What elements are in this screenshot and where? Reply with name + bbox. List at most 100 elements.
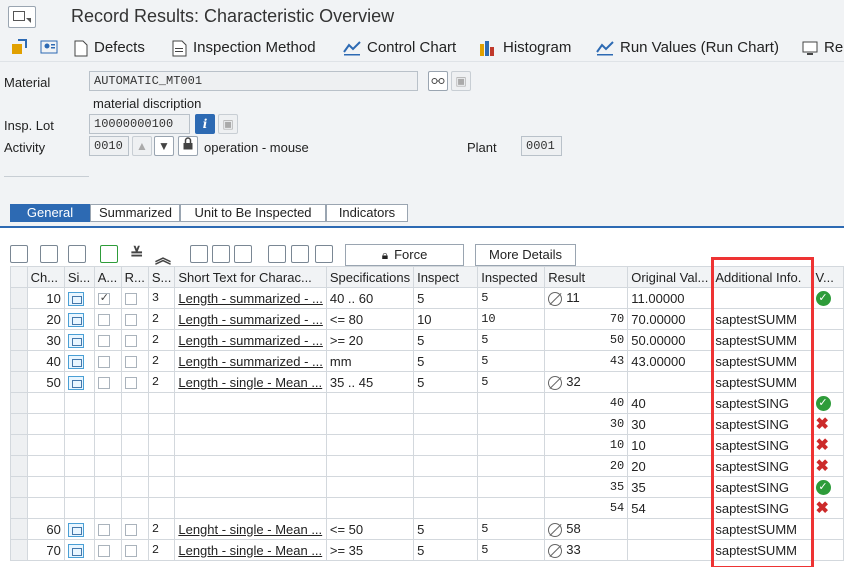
table-row[interactable]: 10 10 saptestSING ✖ — [10, 434, 844, 456]
r-checkbox-cell[interactable] — [120, 455, 149, 477]
sample-icon[interactable] — [67, 375, 84, 390]
a-checkbox-cell[interactable] — [93, 455, 122, 477]
previous-up-icon[interactable]: ▲ — [132, 136, 152, 156]
inspected-cell[interactable] — [477, 476, 546, 498]
sample-cell[interactable] — [63, 455, 95, 477]
sample-cell[interactable] — [63, 371, 95, 393]
additional-info-cell[interactable]: saptestSUMM — [711, 371, 813, 393]
next-down-icon[interactable]: ▼ — [154, 136, 174, 156]
additional-info-cell[interactable]: saptestSING — [711, 413, 813, 435]
histogram-button[interactable]: Histogram — [479, 38, 571, 58]
checkbox[interactable] — [124, 335, 137, 348]
column-header-result[interactable]: Result — [544, 266, 629, 288]
row-selector[interactable] — [10, 497, 28, 519]
column-header-ch[interactable]: Ch... — [26, 266, 65, 288]
result-cell[interactable]: 30 — [544, 413, 629, 435]
short-text-cell[interactable]: Length - single - Mean ... — [174, 539, 327, 561]
sample-cell[interactable] — [63, 497, 95, 519]
row-selector[interactable] — [10, 476, 28, 498]
additional-info-cell[interactable]: saptestSING — [711, 392, 813, 414]
sample-icon[interactable] — [67, 291, 84, 306]
column-header-short-text[interactable]: Short Text for Charac... — [174, 266, 327, 288]
row-selector[interactable] — [10, 371, 28, 393]
additional-info-cell[interactable]: saptestSING — [711, 476, 813, 498]
a-checkbox-cell[interactable] — [93, 539, 122, 561]
result-cell[interactable]: 11 — [544, 287, 629, 309]
a-checkbox-cell[interactable] — [93, 497, 122, 519]
inspected-cell[interactable]: 5 — [477, 287, 546, 309]
r-checkbox-cell[interactable] — [120, 350, 149, 372]
lock-open-icon[interactable] — [190, 245, 208, 263]
result-cell[interactable]: 10 — [544, 434, 629, 456]
additional-info-cell[interactable]: saptestSUMM — [711, 518, 813, 540]
user-settings-icon[interactable] — [40, 38, 58, 58]
table-row[interactable]: 20 2 Length - summarized - ... <= 80 10 10 70 7… — [10, 308, 844, 330]
short-text-cell[interactable]: Length - summarized - ... — [174, 308, 327, 330]
additional-info-cell[interactable]: saptestSING — [711, 455, 813, 477]
additional-info-cell[interactable]: saptestSUMM — [711, 308, 813, 330]
sample-icon[interactable] — [67, 522, 84, 537]
a-checkbox-cell[interactable] — [93, 518, 122, 540]
defects-button[interactable]: Defects — [74, 38, 145, 58]
result-cell[interactable]: 40 — [544, 392, 629, 414]
a-checkbox-cell[interactable] — [93, 329, 122, 351]
result-cell[interactable]: 54 — [544, 497, 629, 519]
r-checkbox-cell[interactable] — [120, 371, 149, 393]
sample-cell[interactable] — [63, 413, 95, 435]
table-row[interactable]: 60 2 Lenght - single - Mean ... <= 50 5 5 58 sa… — [10, 518, 844, 540]
a-checkbox-cell[interactable] — [93, 350, 122, 372]
tab-general[interactable]: General — [10, 204, 90, 222]
inspection-method-button[interactable]: Inspection Method — [172, 38, 316, 58]
a-checkbox-cell[interactable] — [93, 371, 122, 393]
more-toolbar-button[interactable]: Re — [802, 38, 843, 58]
checkbox[interactable] — [124, 377, 137, 390]
result-cell[interactable]: 50 — [544, 329, 629, 351]
row-selector[interactable] — [10, 329, 28, 351]
checkbox[interactable] — [97, 524, 110, 537]
insp-lot-field[interactable]: 10000000100 — [89, 114, 190, 134]
r-checkbox-cell[interactable] — [120, 539, 149, 561]
force-button[interactable]: 🔒︎ Force — [345, 244, 464, 266]
checkbox[interactable] — [97, 335, 110, 348]
inspected-cell[interactable]: 5 — [477, 371, 546, 393]
r-checkbox-cell[interactable] — [120, 497, 149, 519]
inspected-cell[interactable]: 10 — [477, 308, 546, 330]
short-text-cell[interactable]: Lenght - single - Mean ... — [174, 518, 327, 540]
activity-field[interactable]: 0010 — [89, 136, 129, 156]
row-selector[interactable] — [10, 392, 28, 414]
additional-info-cell[interactable]: saptestSUMM — [711, 539, 813, 561]
result-cell[interactable]: 33 — [544, 539, 629, 561]
inspected-cell[interactable] — [477, 392, 546, 414]
a-checkbox-cell[interactable] — [93, 308, 122, 330]
short-text-cell[interactable]: Length - summarized - ... — [174, 287, 327, 309]
column-header-inspected[interactable]: Inspected — [477, 266, 546, 288]
checkbox[interactable] — [124, 524, 137, 537]
sample-cell[interactable] — [63, 308, 95, 330]
unlock-icon[interactable] — [234, 245, 252, 263]
column-header-inspect[interactable]: Inspect — [413, 266, 479, 288]
lock-closed-icon[interactable] — [212, 245, 230, 263]
sample-cell[interactable] — [63, 434, 95, 456]
table-row[interactable]: 30 30 saptestSING ✖ — [10, 413, 844, 435]
sample-icon[interactable] — [67, 312, 84, 327]
move-to-icon[interactable] — [10, 38, 28, 58]
checkbox[interactable] — [124, 293, 137, 306]
sample-cell[interactable] — [63, 476, 95, 498]
checkbox[interactable] — [97, 291, 110, 306]
a-checkbox-cell[interactable] — [93, 392, 122, 414]
row-selector-header[interactable] — [10, 266, 28, 288]
inspected-cell[interactable]: 5 — [477, 350, 546, 372]
sample-cell[interactable] — [63, 392, 95, 414]
sample-cell[interactable] — [63, 539, 95, 561]
row-selector[interactable] — [10, 413, 28, 435]
a-checkbox-cell[interactable] — [93, 434, 122, 456]
table-row[interactable]: 50 2 Length - single - Mean ... 35 .. 45 5 5 3… — [10, 371, 844, 393]
sample-cell[interactable] — [63, 350, 95, 372]
checkbox[interactable] — [97, 377, 110, 390]
plant-field[interactable]: 0001 — [521, 136, 562, 156]
table-row[interactable]: 54 54 saptestSING ✖ — [10, 497, 844, 519]
sample-cell[interactable] — [63, 518, 95, 540]
additional-info-cell[interactable] — [711, 287, 813, 309]
display-glasses-icon[interactable] — [428, 71, 448, 91]
inspected-cell[interactable] — [477, 497, 546, 519]
